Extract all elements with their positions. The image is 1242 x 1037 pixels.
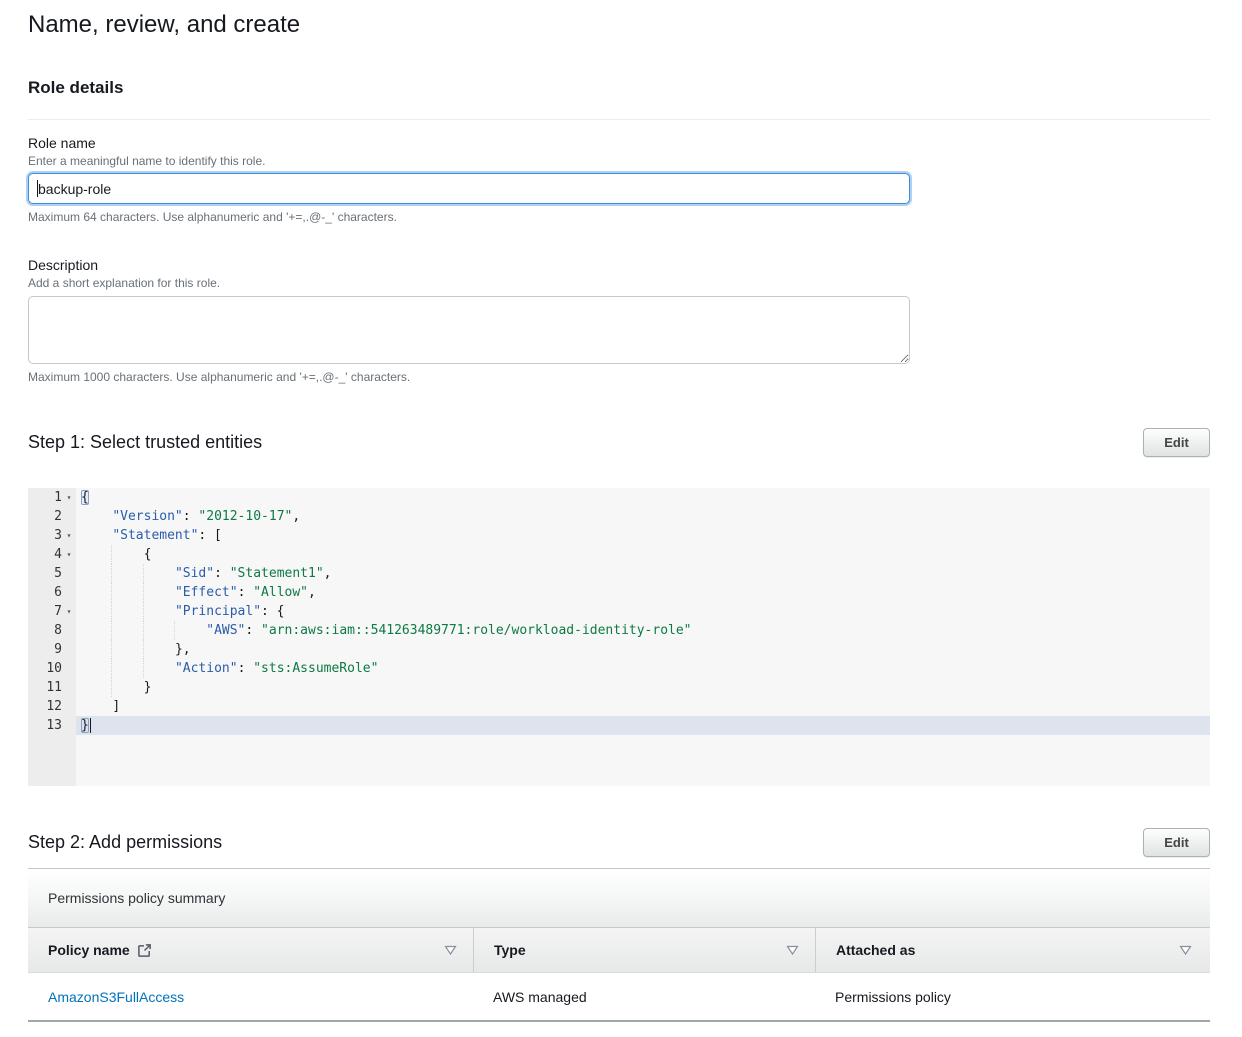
sort-filter-icon[interactable] <box>1179 945 1192 956</box>
trust-policy-editor[interactable]: 1▾23▾4▾567▾8910111213 { "Version": "2012… <box>28 488 1210 786</box>
text-caret <box>37 180 38 197</box>
sort-filter-icon[interactable] <box>786 945 799 956</box>
cell-policy-name: AmazonS3FullAccess <box>28 973 473 1020</box>
role-name-field: Role name Enter a meaningful name to ide… <box>28 135 1210 224</box>
permissions-table-header: Policy name Type Attached as <box>28 928 1210 973</box>
permissions-panel-title: Permissions policy summary <box>28 869 1210 928</box>
description-label: Description <box>28 257 1210 273</box>
external-link-icon <box>137 943 152 958</box>
page-title: Name, review, and create <box>28 10 1210 40</box>
role-name-label: Role name <box>28 135 1210 151</box>
column-header-policy-name[interactable]: Policy name <box>28 928 473 972</box>
step1-edit-button[interactable]: Edit <box>1143 428 1210 457</box>
editor-gutter: 1▾23▾4▾567▾8910111213 <box>28 488 76 786</box>
role-name-hint: Enter a meaningful name to identify this… <box>28 154 1210 168</box>
policy-name-link[interactable]: AmazonS3FullAccess <box>48 989 184 1005</box>
column-label: Attached as <box>836 942 915 958</box>
column-header-attached-as[interactable]: Attached as <box>815 928 1208 972</box>
step2-heading: Step 2: Add permissions <box>28 832 222 853</box>
role-details-heading: Role details <box>28 78 1210 98</box>
editor-code[interactable]: { "Version": "2012-10-17", "Statement": … <box>76 488 1210 786</box>
sort-filter-icon[interactable] <box>444 945 457 956</box>
column-header-type[interactable]: Type <box>473 928 815 972</box>
description-helper: Maximum 1000 characters. Use alphanumeri… <box>28 370 1210 384</box>
description-field: Description Add a short explanation for … <box>28 257 1210 384</box>
cell-type: AWS managed <box>473 973 815 1020</box>
role-details-divider <box>28 119 1210 120</box>
step2-edit-button[interactable]: Edit <box>1143 828 1210 857</box>
description-textarea[interactable] <box>28 296 910 364</box>
column-label: Type <box>494 942 526 958</box>
role-name-helper: Maximum 64 characters. Use alphanumeric … <box>28 210 1210 224</box>
page: Name, review, and create Role details Ro… <box>0 0 1242 1022</box>
description-hint: Add a short explanation for this role. <box>28 276 1210 290</box>
table-row: AmazonS3FullAccess AWS managed Permissio… <box>28 973 1210 1022</box>
permissions-panel: Permissions policy summary Policy name T… <box>28 868 1210 1022</box>
step1-heading: Step 1: Select trusted entities <box>28 432 262 453</box>
cell-attached-as: Permissions policy <box>815 973 1208 1020</box>
column-label: Policy name <box>48 942 130 958</box>
role-name-input[interactable] <box>28 173 910 204</box>
